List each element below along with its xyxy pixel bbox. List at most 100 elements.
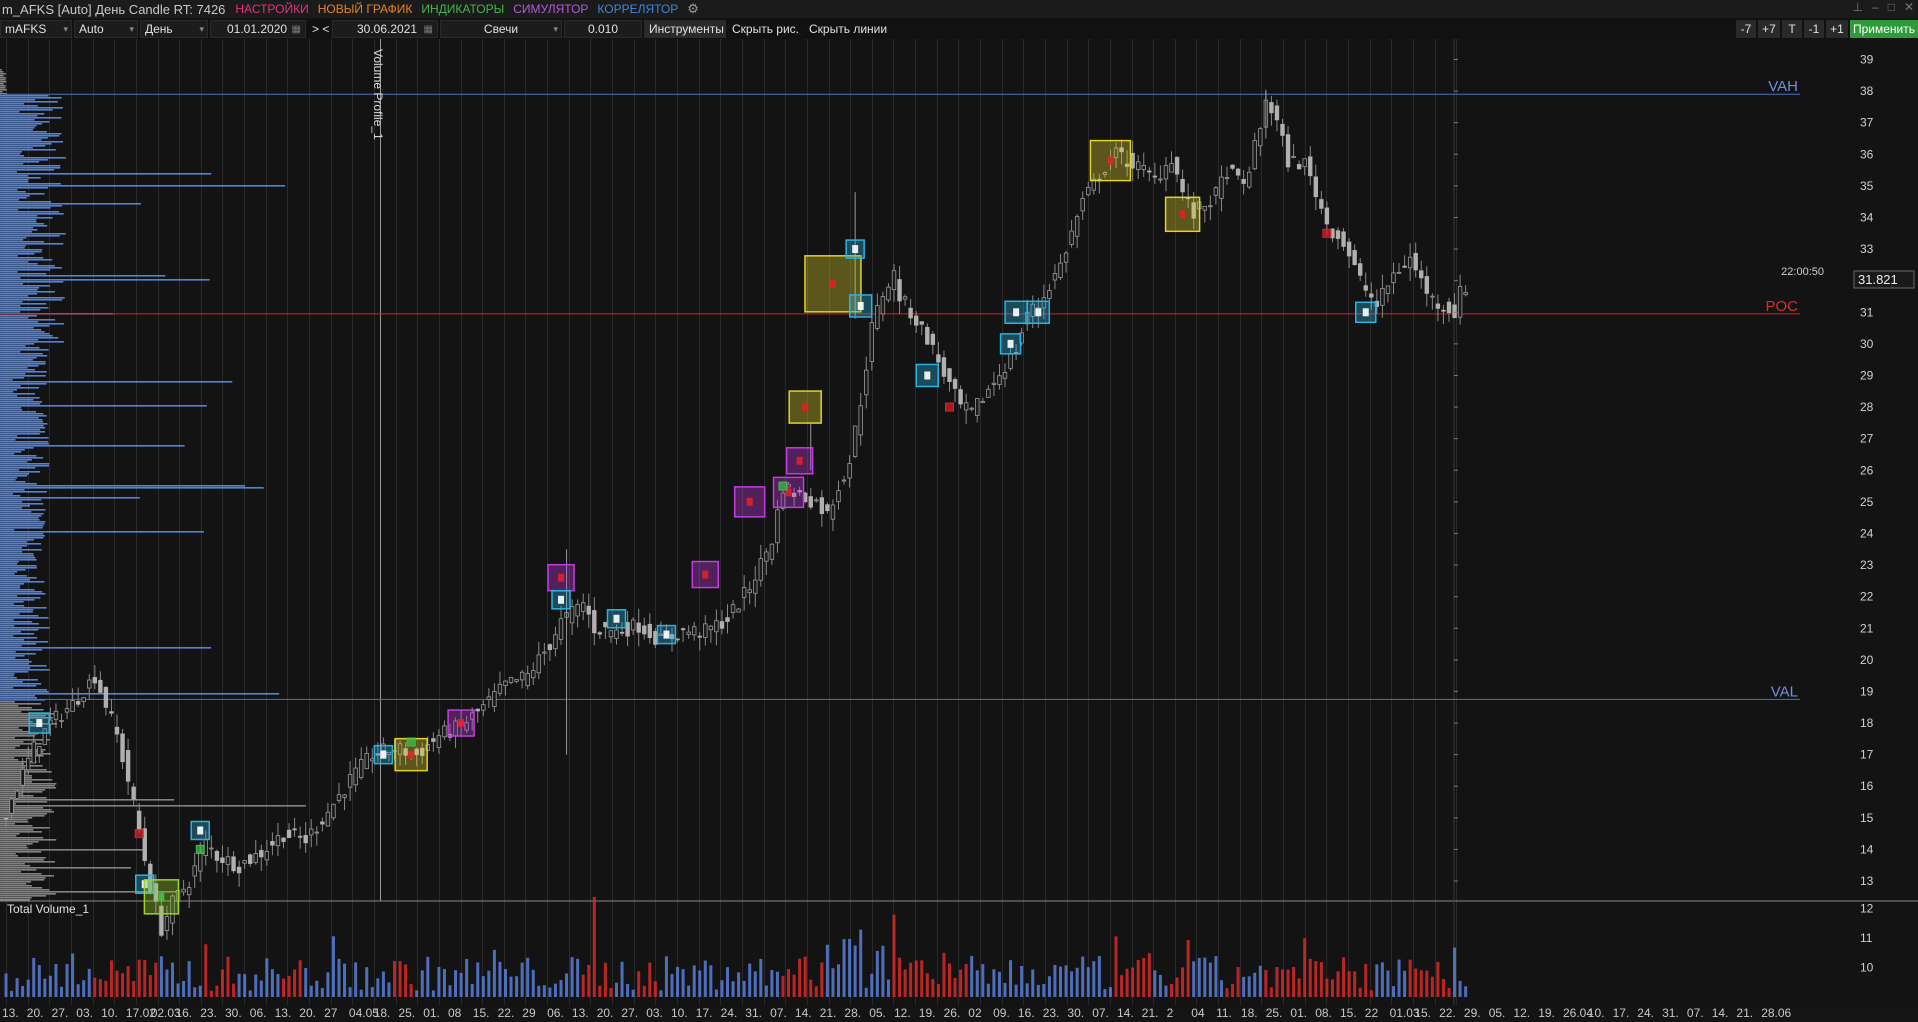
- calendar-icon[interactable]: ▦: [292, 24, 301, 35]
- price-tick-label: 35: [1860, 179, 1874, 193]
- minimize-icon[interactable]: –: [1872, 0, 1879, 14]
- volume-profile-bar: [0, 375, 46, 377]
- volume-profile-bar: [0, 405, 207, 407]
- volume-profile-bar: [0, 479, 16, 481]
- candle-body: [1269, 102, 1274, 114]
- nav-arrows[interactable]: > <: [308, 20, 330, 38]
- volume-profile-bar: [0, 873, 42, 875]
- volume-profile-bar: [0, 131, 47, 133]
- volume-bar: [1353, 971, 1357, 997]
- volume-profile-bar: [0, 757, 15, 759]
- volume-profile-bar: [0, 603, 14, 605]
- mode-select[interactable]: Auto: [74, 20, 138, 38]
- volume-bar: [798, 958, 802, 997]
- volume-profile-bar: [0, 867, 131, 869]
- volume-bar: [981, 964, 985, 997]
- volume-bar: [1064, 965, 1068, 997]
- shift-plus-1-button[interactable]: +1: [1826, 20, 1848, 38]
- symbol-select[interactable]: mAFKS: [0, 20, 72, 38]
- volume-profile-bar: [0, 719, 30, 721]
- apply-button[interactable]: Применить: [1850, 20, 1918, 38]
- candle-body: [1169, 163, 1174, 173]
- volume-profile-bar: [0, 563, 18, 565]
- volume-bar: [1014, 984, 1018, 997]
- menu-simulator[interactable]: СИМУЛЯТОР: [513, 2, 588, 16]
- volume-bar: [1142, 957, 1146, 997]
- candle-body: [1247, 171, 1252, 188]
- volume-profile-bar: [0, 605, 25, 607]
- candle-body: [497, 683, 503, 694]
- today-button[interactable]: T: [1782, 20, 1802, 38]
- volume-profile-bar: [0, 569, 26, 571]
- candle-body: [1335, 230, 1341, 239]
- volume-bar: [920, 960, 924, 997]
- gears-icon[interactable]: ⚙: [687, 1, 699, 17]
- volume-bar: [931, 979, 935, 997]
- volume-profile-bar: [0, 307, 49, 309]
- maximize-icon[interactable]: □: [1888, 0, 1895, 14]
- volume-profile-bar: [0, 133, 62, 135]
- shift-plus-7-button[interactable]: +7: [1758, 20, 1780, 38]
- candle-body: [819, 497, 825, 514]
- price-axis: 3938373635343332313029282726252423222120…: [1454, 52, 1874, 975]
- menu-new-chart[interactable]: НОВЫЙ ГРАФИК: [318, 2, 413, 16]
- candle-body: [725, 617, 730, 622]
- candle-body: [808, 496, 813, 508]
- shift-minus-1-button[interactable]: -1: [1804, 20, 1824, 38]
- volume-profile-bar: [0, 499, 42, 501]
- volume-profile-bar: [0, 579, 30, 581]
- candle-body: [181, 888, 186, 893]
- shift-minus-7-button[interactable]: -7: [1736, 20, 1756, 38]
- candle-body: [825, 504, 830, 511]
- volume-profile-bar: [0, 75, 4, 77]
- calendar-icon[interactable]: ▦: [424, 24, 433, 35]
- volume-bar: [1153, 970, 1157, 997]
- close-icon[interactable]: ✕: [1904, 0, 1914, 14]
- volume-profile-bar: [0, 299, 63, 301]
- volume-profile-bar: [0, 385, 21, 387]
- candle-body: [991, 382, 997, 385]
- menu-settings[interactable]: НАСТРОЙКИ: [235, 2, 308, 16]
- timeframe-select[interactable]: День: [140, 20, 208, 38]
- volume-profile-bar: [0, 459, 32, 461]
- volume-bar: [121, 973, 125, 997]
- volume-bar: [320, 988, 324, 997]
- volume-bar: [442, 969, 446, 997]
- signal-candle: [924, 371, 931, 380]
- hide-lines-button[interactable]: Скрыть линии: [805, 20, 891, 38]
- signal-candle: [1035, 308, 1042, 317]
- volume-profile-bar: [0, 309, 41, 311]
- candle-body: [692, 626, 697, 636]
- volume-profile-bar: [0, 507, 23, 509]
- volume-profile-bar: [0, 359, 33, 361]
- volume-profile-bar: [0, 711, 22, 713]
- volume-profile-bar: [0, 801, 48, 803]
- price-chart[interactable]: VAHPOCVAL 393837363534333231302928272625…: [0, 39, 1918, 1022]
- volume-profile-bar: [0, 275, 166, 277]
- candle-body: [231, 856, 236, 872]
- step-field[interactable]: 0.010: [564, 20, 642, 38]
- volume-profile-bar: [0, 105, 38, 107]
- candle-body: [1424, 276, 1429, 294]
- date-label: 28.: [844, 1006, 861, 1020]
- tools-button[interactable]: Инструменты: [644, 20, 726, 38]
- volume-profile-bar: [0, 523, 45, 525]
- price-tick-label: 28: [1860, 400, 1874, 414]
- volume-profile-bar: [0, 599, 35, 601]
- volume-bar: [831, 968, 835, 997]
- date-to-field[interactable]: 30.06.2021 ▦: [332, 20, 438, 38]
- date-from-field[interactable]: 01.01.2020 ▦: [210, 20, 306, 38]
- candle-body: [186, 887, 192, 896]
- menu-correlator[interactable]: КОРРЕЛЯТОР: [597, 2, 678, 16]
- volume-bar: [787, 969, 791, 997]
- volume-profile-bar: [0, 585, 21, 587]
- volume-bar: [254, 974, 258, 997]
- menu-indicators[interactable]: ИНДИКАТОРЫ: [421, 2, 504, 16]
- volume-profile-bar: [0, 277, 21, 279]
- pin-icon[interactable]: ⊥: [1853, 0, 1863, 14]
- volume-bar: [204, 944, 208, 997]
- signal-candle: [158, 892, 165, 901]
- candle-body: [481, 704, 486, 711]
- hide-drawings-button[interactable]: Скрыть рис.: [728, 20, 803, 38]
- chart-type-select[interactable]: Свечи: [440, 20, 562, 38]
